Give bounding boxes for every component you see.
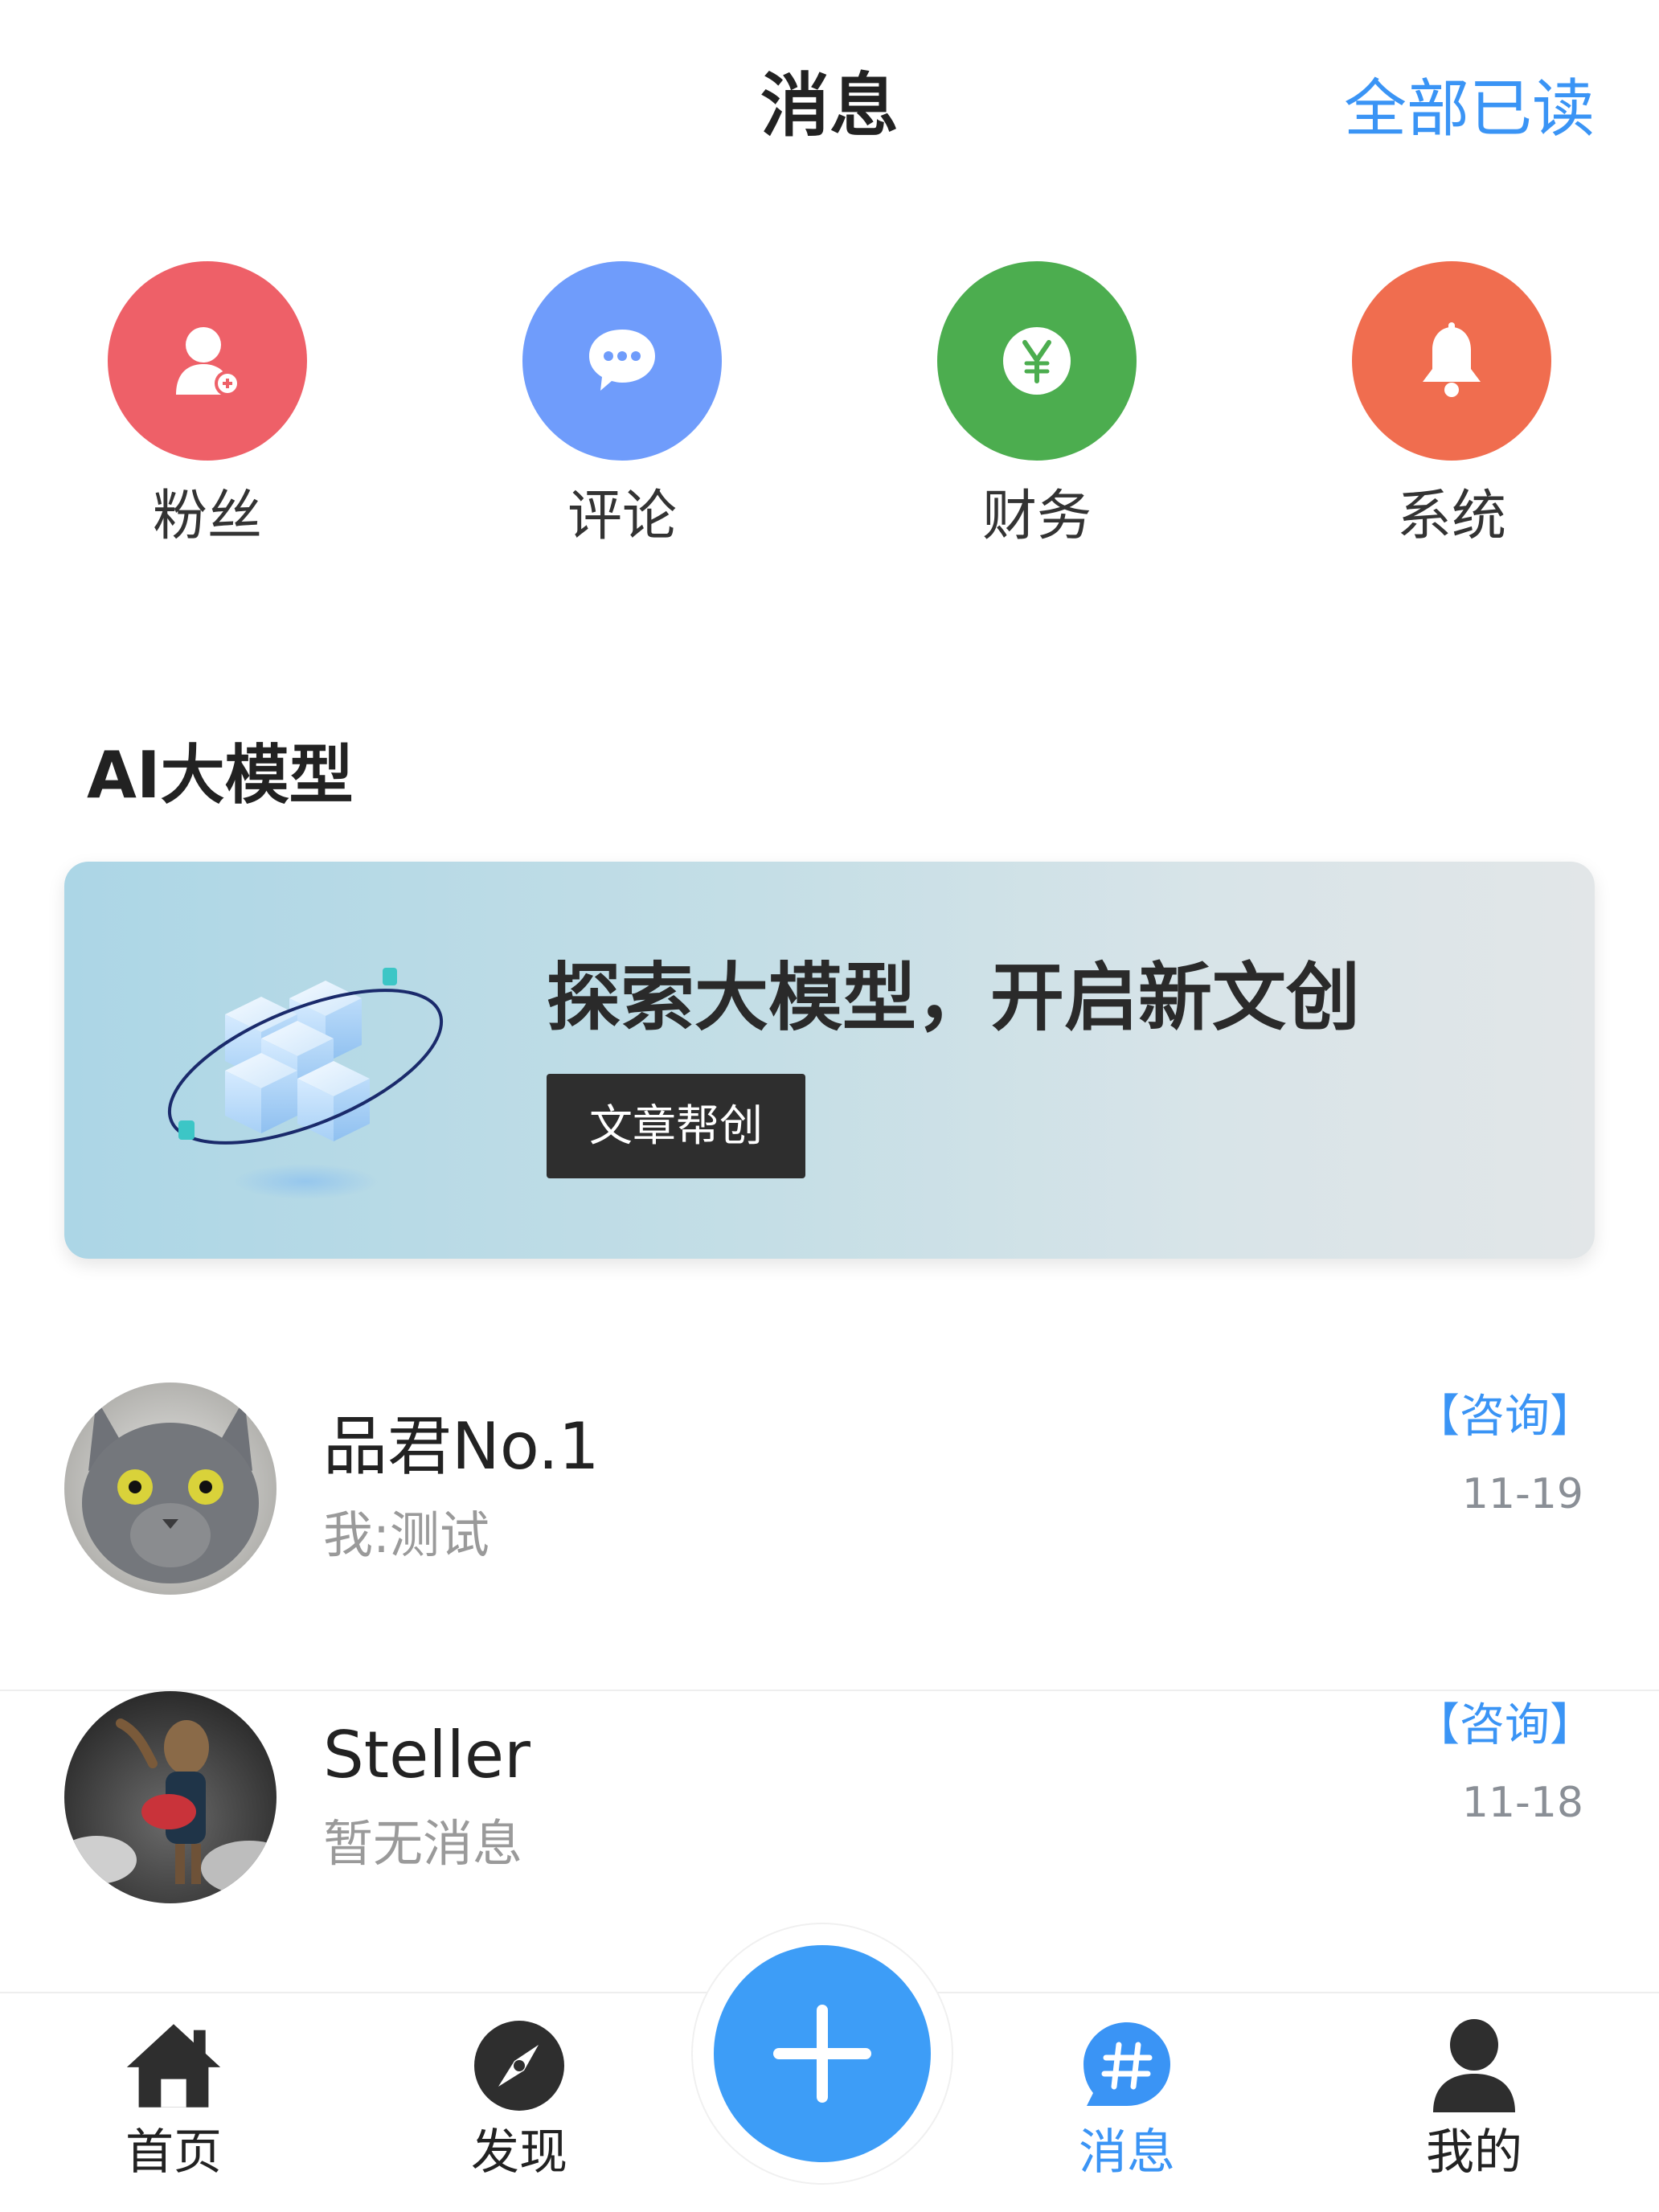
message-preview: 暂无消息 xyxy=(323,1814,523,1873)
consult-tag: 【咨询】 xyxy=(1415,1699,1595,1751)
messages-page: 消息 全部已读 粉丝 评论 财务 系统 AI大模型 探索大模型，开启新文创 文章… xyxy=(0,0,1659,2212)
category-row: 粉丝 评论 财务 系统 xyxy=(0,261,1659,567)
ai-section-title: AI大模型 xyxy=(87,738,354,813)
category-label: 评论 xyxy=(567,485,677,548)
avatar xyxy=(64,1691,276,1903)
groot-avatar xyxy=(64,1691,276,1903)
chat-bubble-icon xyxy=(589,330,655,391)
tab-label: 我的 xyxy=(1426,2124,1522,2181)
contact-name: Steller xyxy=(323,1718,530,1792)
category-label: 财务 xyxy=(981,485,1092,548)
category-fans[interactable]: 粉丝 xyxy=(87,261,328,549)
comments-icon-circle xyxy=(522,261,722,461)
add-user-icon xyxy=(176,327,240,396)
fans-icon-circle xyxy=(108,261,307,461)
tab-messages[interactable]: 消息 xyxy=(1030,2017,1223,2185)
category-system[interactable]: 系统 xyxy=(1331,261,1572,549)
message-preview: 我:测试 xyxy=(323,1505,490,1564)
finance-icon-circle xyxy=(937,261,1137,461)
tab-discover[interactable]: 发现 xyxy=(423,2017,616,2185)
system-icon-circle xyxy=(1352,261,1551,461)
mark-all-read-button[interactable]: 全部已读 xyxy=(1344,69,1595,150)
consult-tag: 【咨询】 xyxy=(1415,1391,1595,1443)
create-button[interactable] xyxy=(714,1945,931,2162)
bell-icon xyxy=(1423,322,1481,397)
avatar xyxy=(64,1382,276,1595)
contact-name: 品君No.1 xyxy=(323,1409,600,1484)
message-item[interactable]: 品君No.1 我:测试 【咨询】 11-19 xyxy=(0,1382,1659,1691)
message-date: 11-19 xyxy=(1461,1470,1583,1518)
cat-avatar xyxy=(64,1382,276,1595)
hashtag-chat-icon xyxy=(1079,2017,1175,2114)
plus-icon xyxy=(773,2005,871,2103)
category-label: 系统 xyxy=(1396,485,1506,548)
compass-icon xyxy=(471,2017,567,2114)
message-date: 11-18 xyxy=(1461,1779,1583,1827)
cube-orbit-icon xyxy=(167,968,444,1199)
category-label: 粉丝 xyxy=(152,485,262,548)
category-comments[interactable]: 评论 xyxy=(502,261,743,549)
tab-home[interactable]: 首页 xyxy=(77,2017,270,2185)
banner-headline: 探索大模型，开启新文创 xyxy=(547,955,1361,1041)
yen-icon xyxy=(1003,327,1071,395)
tab-profile[interactable]: 我的 xyxy=(1378,2017,1571,2185)
ai-banner[interactable]: 探索大模型，开启新文创 文章帮创 xyxy=(64,862,1595,1259)
category-finance[interactable]: 财务 xyxy=(916,261,1157,549)
tab-label: 消息 xyxy=(1079,2124,1175,2181)
person-icon xyxy=(1426,2017,1522,2114)
home-icon xyxy=(125,2017,222,2114)
header: 消息 全部已读 xyxy=(0,0,1659,225)
article-assist-button[interactable]: 文章帮创 xyxy=(547,1074,805,1178)
tab-label: 发现 xyxy=(471,2124,567,2181)
tab-label: 首页 xyxy=(125,2124,222,2181)
